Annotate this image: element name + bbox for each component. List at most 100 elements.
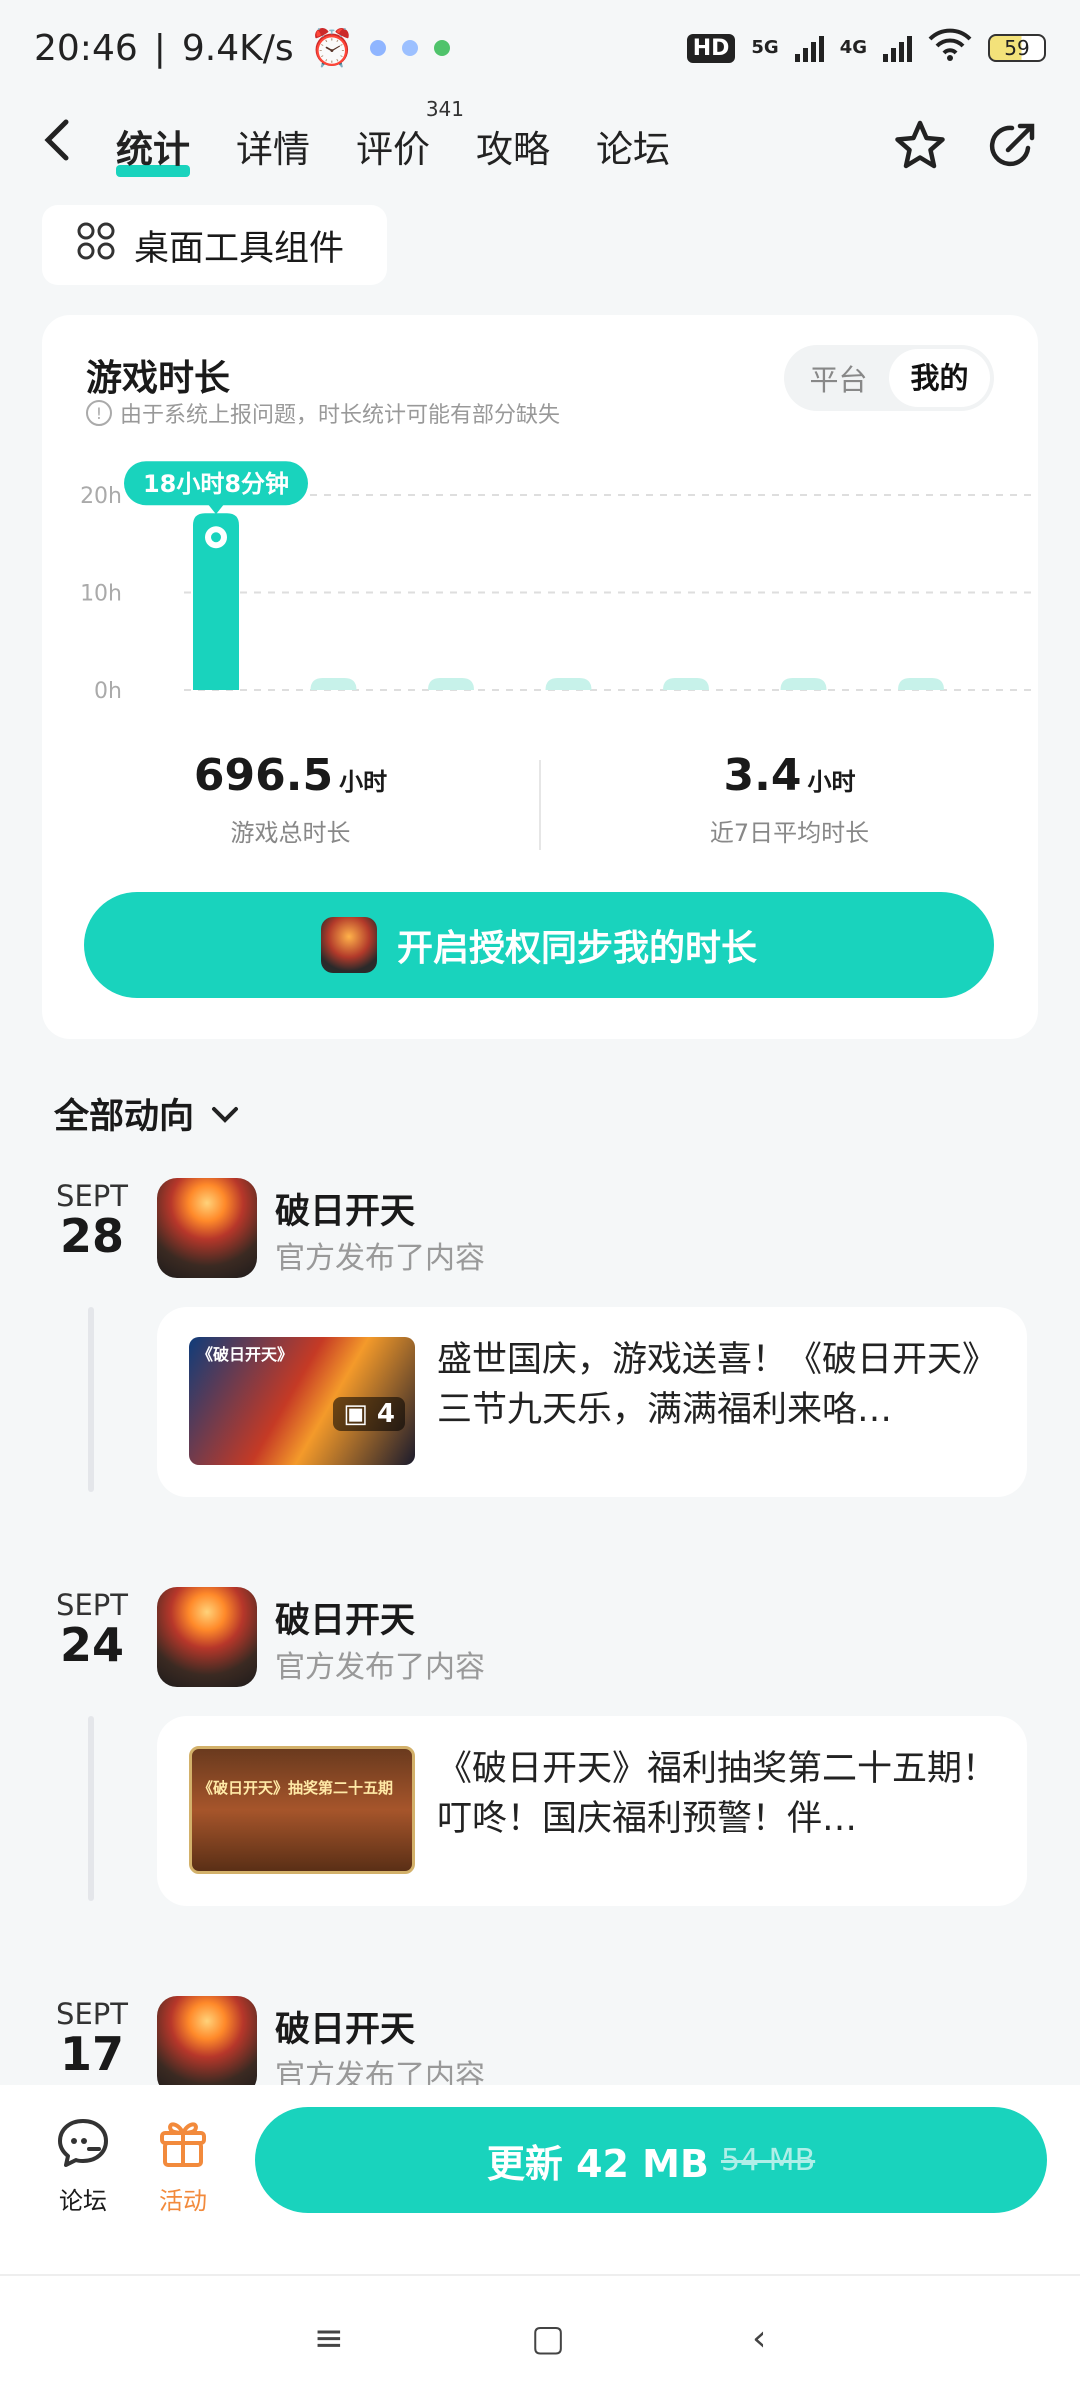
playtime-card: 游戏时长 ! 由于系统上报问题，时长统计可能有部分缺失 平台 我的 0h 10h 2… (42, 315, 1038, 1039)
y-tick-label: 0h (94, 679, 122, 704)
tab-reviews-label: 评价 (356, 128, 430, 171)
back-icon[interactable] (40, 116, 100, 176)
tab-guides[interactable]: 攻略 (476, 119, 550, 173)
app-dot-icon (434, 40, 451, 56)
playtime-chart: 0h10h20h9/229/239/249/259/269/279/2818小时… (80, 461, 1032, 704)
chart-bar (898, 678, 944, 690)
feed-filter-dropdown[interactable]: 全部动向 (54, 1088, 240, 1139)
shield-icon (370, 40, 387, 56)
feed-date: SEPT 17 (52, 1997, 132, 2081)
post-image: 《破日开天》 ▣ 4 (189, 1337, 415, 1465)
publisher-name[interactable]: 破日开天 (275, 1183, 415, 1234)
avg-unit: 小时 (807, 768, 856, 796)
source-toggle: 平台 我的 (784, 345, 994, 411)
status-bar: 20:46 | 9.4K/s ⏰ HD 5G 4G 59 (0, 0, 1080, 96)
gift-icon (155, 2115, 211, 2171)
playtime-stats: 696.5 小时 游戏总时长 3.4 小时 近7日平均时长 (42, 750, 1038, 860)
sync-playtime-button[interactable]: 开启授权同步我的时长 (84, 892, 994, 998)
post-image-caption: 《破日开天》抽奖第二十五期 (198, 1779, 394, 1797)
game-avatar[interactable] (157, 1587, 257, 1687)
game-thumbnail (320, 917, 377, 973)
chart-bar (428, 678, 474, 690)
signal-icon (883, 34, 912, 62)
image-count-badge: ▣ 4 (333, 1397, 405, 1431)
share-icon[interactable] (984, 118, 1040, 174)
tab-forum[interactable]: 论坛 (596, 119, 670, 173)
system-nav-bar: ≡ ▢ ‹ (0, 2274, 1080, 2401)
gallery-icon: ▣ (343, 1399, 377, 1429)
playtime-title: 游戏时长 (86, 358, 231, 399)
playtime-note-text: 由于系统上报问题，时长统计可能有部分缺失 (120, 403, 561, 428)
post-card[interactable]: 《破日开天》抽奖第二十五期 《破日开天》福利抽奖第二十五期！ 叮咚！国庆福利预警… (157, 1716, 1027, 1906)
tab-reviews[interactable]: 评价 341 (356, 97, 464, 173)
cloud-icon (402, 40, 419, 56)
menu-icon[interactable]: ≡ (314, 2318, 344, 2359)
feed-date: SEPT 24 (52, 1588, 132, 1672)
chart-bar (310, 678, 357, 690)
favorite-star-icon[interactable] (892, 118, 948, 174)
activity-button[interactable]: 活动 (138, 2115, 228, 2216)
tab-stats[interactable]: 统计 (116, 119, 190, 177)
status-time: 20:46 (34, 27, 138, 69)
feed-filter-label: 全部动向 (54, 1097, 195, 1137)
desktop-widget-label: 桌面工具组件 (134, 228, 345, 269)
chart-bar (780, 678, 827, 690)
home-icon[interactable]: ▢ (531, 2318, 565, 2359)
sync-playtime-label: 开启授权同步我的时长 (396, 928, 757, 969)
feed-day: 17 (59, 2027, 124, 2081)
back-nav-icon[interactable]: ‹ (752, 2318, 766, 2359)
feed-day: 28 (59, 1209, 124, 1263)
feed-month: SEPT (56, 1179, 128, 1213)
tooltip-text: 18小时8分钟 (143, 470, 289, 498)
game-avatar[interactable] (157, 1178, 257, 1278)
selected-point-dot (211, 532, 221, 543)
post-image-caption: 《破日开天》 (197, 1345, 294, 1364)
game-avatar[interactable] (157, 1996, 257, 2096)
post-card[interactable]: 《破日开天》 ▣ 4 盛世国庆，游戏送喜！《破日开天》三节九天乐，满满福利来咯… (157, 1307, 1027, 1497)
desktop-widget-button[interactable]: 桌面工具组件 (42, 205, 387, 285)
bottom-bar: 论坛 活动 更新 42 MB 54 MB ≡ ▢ ‹ (0, 2085, 1080, 2401)
update-label: 更新 42 MB (486, 2141, 709, 2186)
tab-bar: 统计 详情 评价 341 攻略 论坛 (116, 97, 670, 177)
update-button[interactable]: 更新 42 MB 54 MB (255, 2107, 1047, 2213)
forum-chat-icon (55, 2115, 111, 2171)
feed-day: 24 (59, 1618, 124, 1672)
total-label: 游戏总时长 (230, 819, 351, 847)
timeline-line (88, 1716, 94, 1901)
publisher-action: 官方发布了内容 (275, 1241, 485, 1276)
post-image: 《破日开天》抽奖第二十五期 (189, 1746, 415, 1874)
total-stat: 696.5 小时 游戏总时长 (42, 750, 539, 860)
reviews-count-badge: 341 (425, 97, 464, 121)
forum-button[interactable]: 论坛 (38, 2115, 128, 2216)
battery-icon: 59 (988, 34, 1046, 62)
chevron-down-icon (210, 1094, 240, 1134)
hd-badge: HD (686, 33, 736, 63)
widget-grid-icon (76, 221, 116, 270)
toggle-mine[interactable]: 我的 (889, 349, 990, 407)
publisher-name[interactable]: 破日开天 (275, 2001, 415, 2052)
net-4g: 4G (839, 37, 867, 58)
toggle-platform[interactable]: 平台 (788, 357, 889, 399)
total-value: 696.5 (193, 750, 334, 801)
average-stat: 3.4 小时 近7日平均时长 (541, 750, 1038, 860)
tab-details[interactable]: 详情 (236, 119, 310, 173)
forum-label: 论坛 (59, 2187, 107, 2215)
info-icon: ! (86, 400, 112, 426)
status-divider: | (153, 27, 166, 69)
total-unit: 小时 (339, 768, 388, 796)
y-tick-label: 10h (80, 582, 122, 607)
wifi-icon (928, 27, 972, 70)
timeline-line (88, 1307, 94, 1492)
update-old-size: 54 MB (720, 2142, 816, 2178)
feed-month: SEPT (56, 1997, 128, 2031)
feed-date: SEPT 28 (52, 1179, 132, 1263)
avg-label: 近7日平均时长 (709, 819, 870, 847)
publisher-name[interactable]: 破日开天 (275, 1592, 415, 1643)
alarm-icon: ⏰ (309, 28, 355, 69)
status-speed: 9.4K/s (181, 27, 294, 69)
y-tick-label: 20h (80, 484, 122, 509)
post-text: 盛世国庆，游戏送喜！《破日开天》三节九天乐，满满福利来咯… (437, 1340, 997, 1430)
signal-icon (794, 34, 824, 62)
publisher-action: 官方发布了内容 (275, 1650, 485, 1685)
activity-label: 活动 (159, 2187, 207, 2215)
